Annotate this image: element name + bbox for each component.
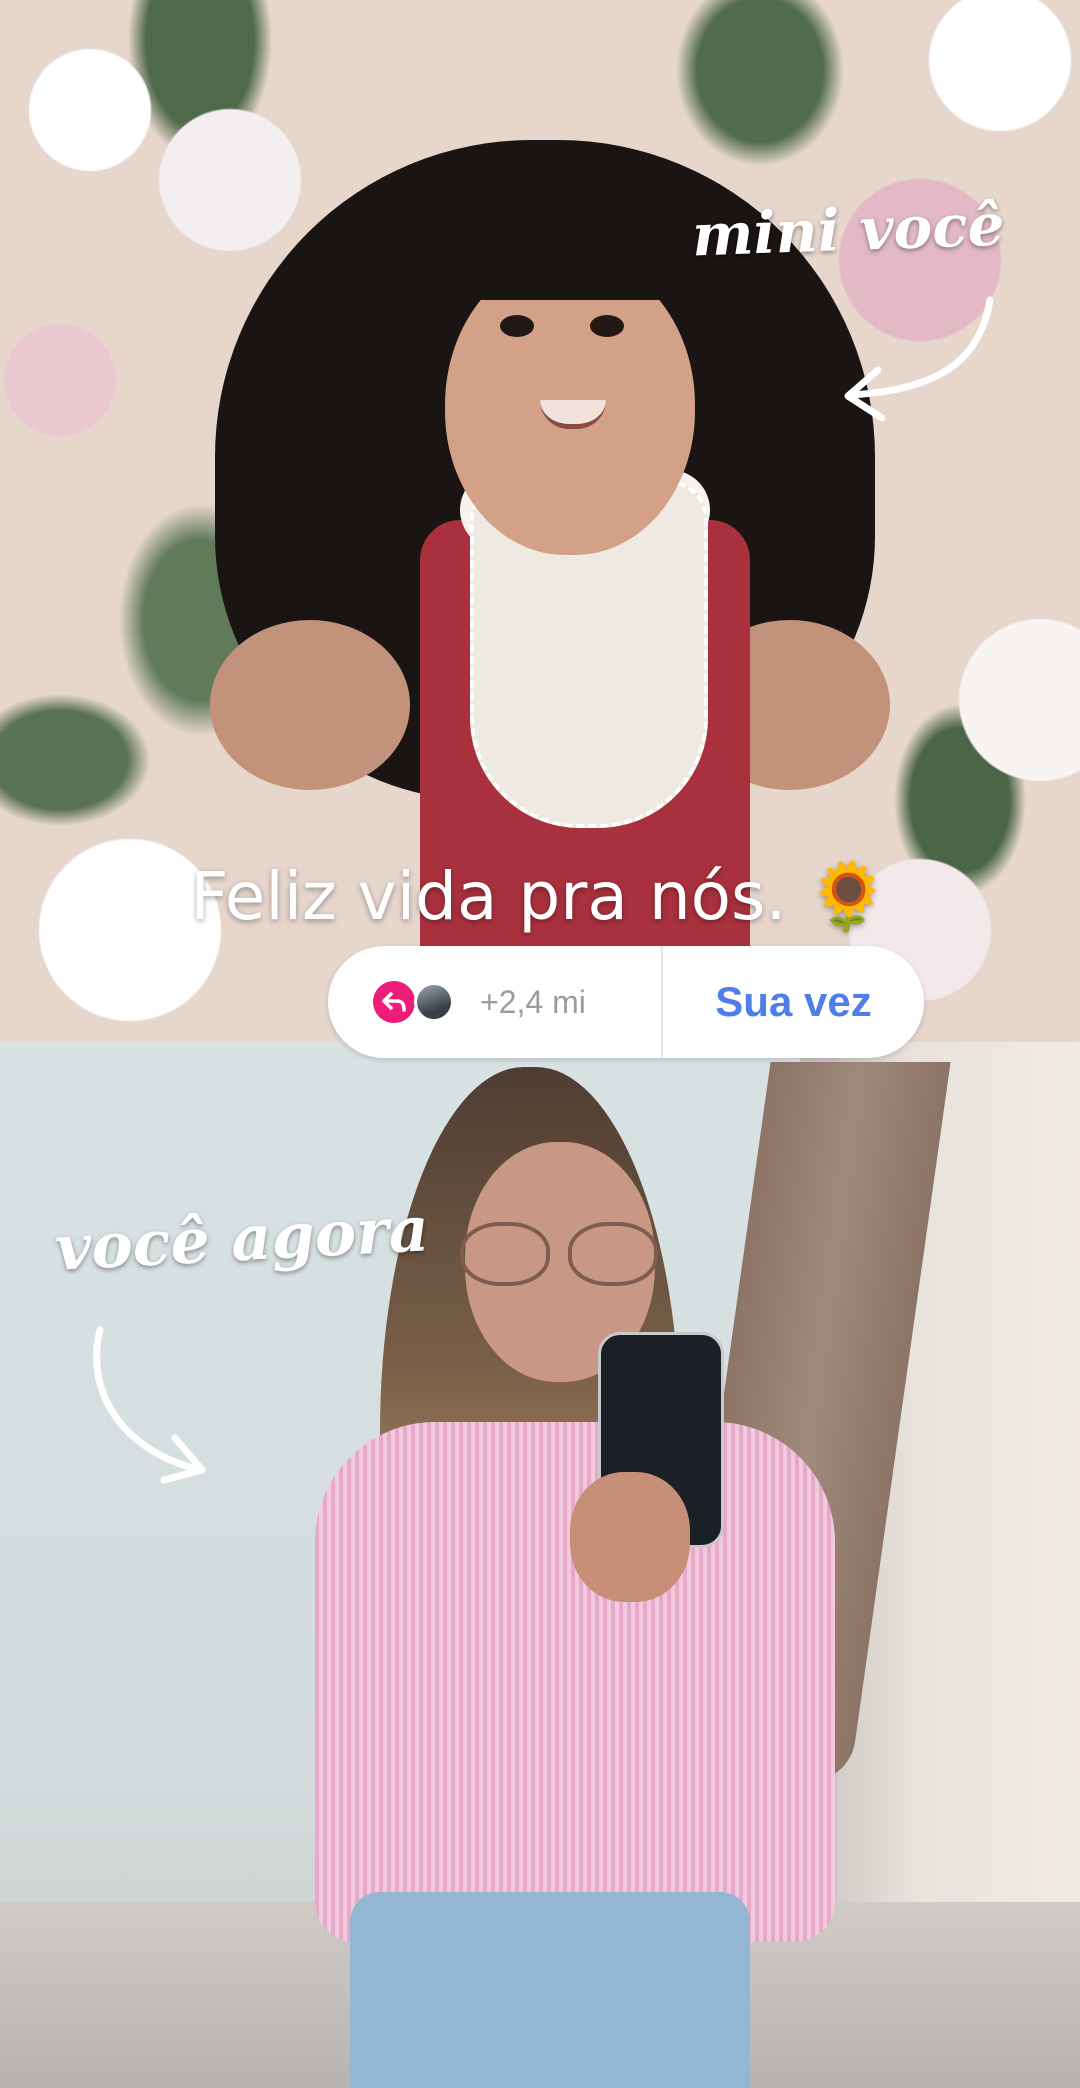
- participants-group[interactable]: +2,4 mi: [328, 946, 661, 1058]
- story-view: mini você você agora Feliz vida pra nós.…: [0, 0, 1080, 2088]
- photo-bangs: [430, 180, 710, 300]
- story-caption: Feliz vida pra nós. 🌻: [190, 858, 890, 935]
- photo-arm-left: [210, 620, 410, 790]
- photo-hand: [570, 1472, 690, 1602]
- participant-avatar: [414, 982, 454, 1022]
- arrow-bottom-icon: [93, 1326, 206, 1484]
- your-turn-button[interactable]: Sua vez: [663, 978, 924, 1026]
- arrow-top-icon: [844, 296, 994, 422]
- participant-count: +2,4 mi: [480, 983, 586, 1020]
- label-mini-voce: mini você: [690, 190, 1006, 270]
- reply-arrow-icon[interactable]: [370, 978, 418, 1026]
- photo-shirt: [315, 1422, 835, 1942]
- photo-glasses: [460, 1222, 660, 1286]
- add-yours-template[interactable]: +2,4 mi Sua vez: [328, 946, 924, 1058]
- photo-eye-right: [590, 315, 624, 337]
- photo-jeans: [350, 1892, 750, 2088]
- adult-selfie: [0, 1042, 1080, 2088]
- photo-eye-left: [500, 315, 534, 337]
